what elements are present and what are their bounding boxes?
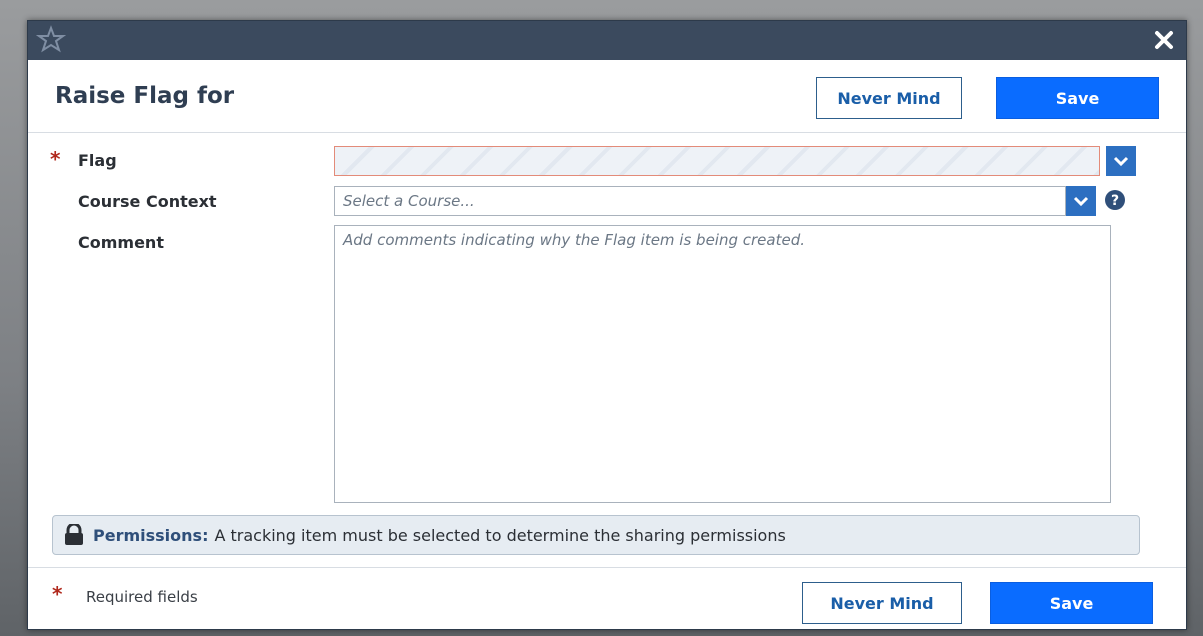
- comment-textarea[interactable]: Add comments indicating why the Flag ite…: [334, 225, 1111, 503]
- never-mind-button-top[interactable]: Never Mind: [816, 77, 962, 119]
- redacted-student-name: [306, 84, 502, 118]
- save-button-top[interactable]: Save: [996, 77, 1159, 119]
- raise-flag-dialog: Raise Flag for Never Mind Save * Flag Co…: [27, 20, 1187, 630]
- star-logo-icon: [36, 25, 66, 53]
- save-button-bottom[interactable]: Save: [990, 582, 1153, 624]
- course-dropdown-button[interactable]: [1066, 186, 1096, 216]
- svg-text:?: ?: [1111, 193, 1119, 209]
- flag-form: * Flag Course Context Select a Course...…: [28, 133, 1186, 513]
- permissions-notice: Permissions: A tracking item must be sel…: [52, 515, 1140, 555]
- required-marker: *: [50, 147, 61, 171]
- permissions-label: Permissions:: [93, 525, 209, 545]
- never-mind-button-bottom[interactable]: Never Mind: [802, 582, 962, 624]
- dialog-titlebar: [28, 21, 1186, 60]
- flag-dropdown-button[interactable]: [1106, 146, 1136, 176]
- course-context-placeholder: Select a Course...: [343, 192, 475, 210]
- permissions-text: A tracking item must be selected to dete…: [214, 525, 786, 545]
- dialog-header: Raise Flag for Never Mind Save: [28, 60, 1186, 133]
- comment-label: Comment: [78, 233, 164, 252]
- chevron-down-icon: [1113, 156, 1129, 167]
- course-context-label: Course Context: [78, 192, 217, 211]
- required-marker-footer: *: [52, 582, 63, 606]
- dialog-title: Raise Flag for: [55, 83, 235, 109]
- help-icon[interactable]: ?: [1104, 189, 1126, 211]
- flag-select[interactable]: [334, 146, 1100, 176]
- close-icon[interactable]: [1154, 30, 1174, 50]
- course-context-select[interactable]: Select a Course...: [334, 186, 1066, 216]
- comment-placeholder: Add comments indicating why the Flag ite…: [343, 231, 806, 249]
- chevron-down-icon: [1073, 196, 1089, 207]
- dialog-footer: * Required fields Never Mind Save: [28, 567, 1186, 629]
- lock-icon: [65, 524, 83, 545]
- required-fields-note: Required fields: [86, 588, 198, 606]
- flag-label: Flag: [78, 151, 117, 170]
